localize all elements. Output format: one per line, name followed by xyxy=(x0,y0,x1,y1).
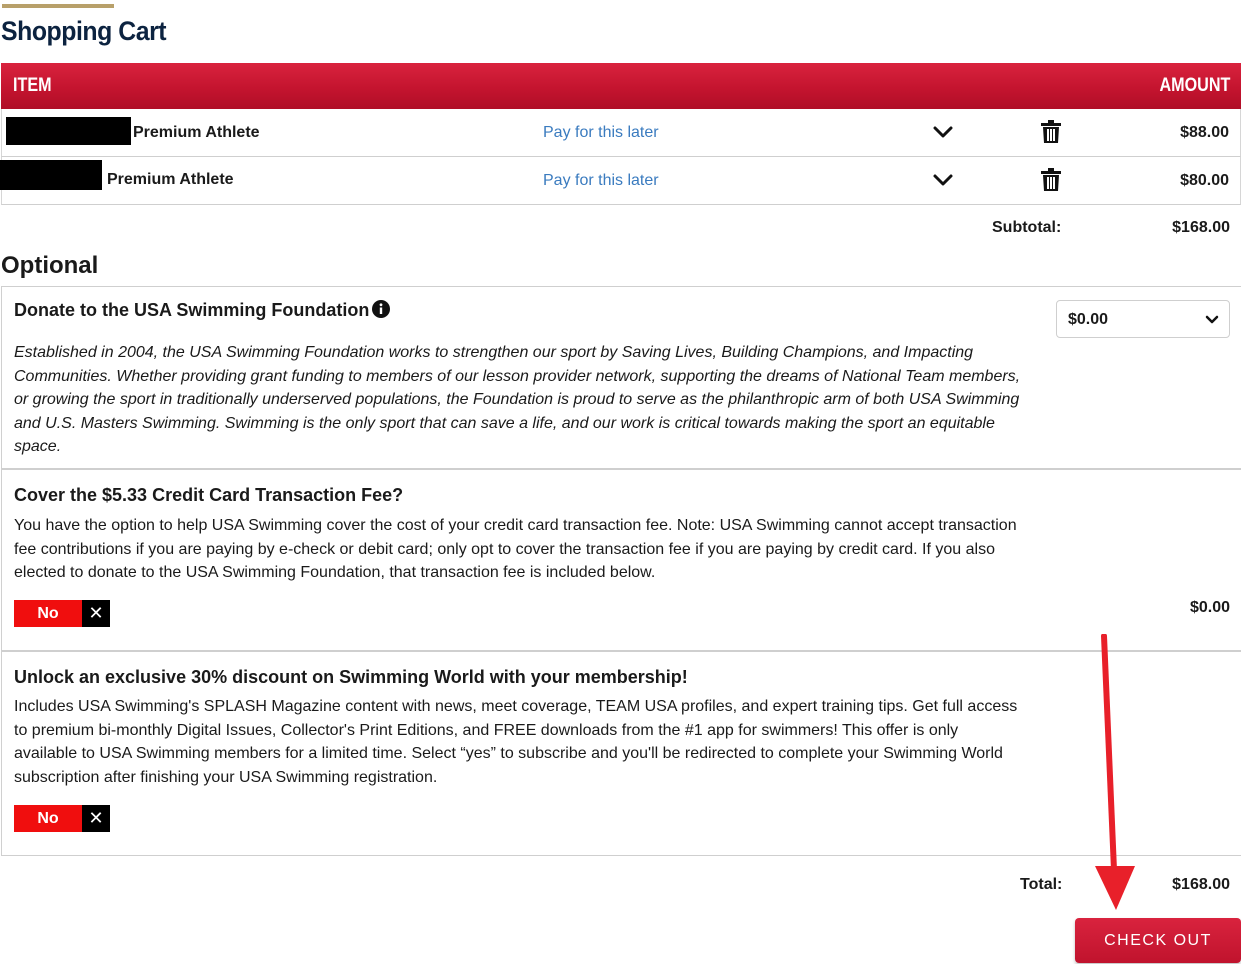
swimming-world-description: Includes USA Swimming's SPLASH Magazine … xyxy=(14,698,1018,786)
swimming-world-section: Unlock an exclusive 30% discount on Swim… xyxy=(1,650,1241,856)
fee-description: You have the option to help USA Swimming… xyxy=(14,517,1017,581)
optional-section-title: Optional xyxy=(1,252,99,279)
column-header-item: ITEM xyxy=(13,75,52,96)
total-label: Total: xyxy=(1020,876,1063,893)
swimming-world-heading: Unlock an exclusive 30% discount on Swim… xyxy=(14,667,688,687)
donate-section: Donate to the USA Swimming Foundation Es… xyxy=(1,286,1241,468)
subtotal-label: Subtotal: xyxy=(992,219,1062,236)
donate-heading: Donate to the USA Swimming Foundation xyxy=(14,300,391,321)
column-header-amount: AMOUNT xyxy=(1159,75,1230,96)
chevron-down-icon xyxy=(1205,315,1219,324)
chevron-down-icon[interactable] xyxy=(932,123,954,141)
info-circle-icon[interactable] xyxy=(372,300,391,318)
red-arrow-annotation xyxy=(1095,634,1135,910)
total-value: $168.00 xyxy=(1172,876,1230,893)
cart-row: Premium Athlete Pay for this later $80.0… xyxy=(0,157,1241,205)
donation-selected-value: $0.00 xyxy=(1068,311,1109,328)
close-icon[interactable]: ✕ xyxy=(82,600,110,627)
close-icon[interactable]: ✕ xyxy=(82,805,110,832)
item-name: Premium Athlete xyxy=(133,124,260,141)
checkout-button[interactable]: CHECK OUT xyxy=(1075,918,1241,963)
donate-heading-text: Donate to the USA Swimming Foundation xyxy=(14,300,370,320)
cart-row: Premium Athlete Pay for this later $88.0… xyxy=(1,109,1241,157)
fee-toggle-no[interactable]: No xyxy=(14,600,82,627)
redacted-name xyxy=(6,117,131,145)
transaction-fee-section: Cover the $5.33 Credit Card Transaction … xyxy=(1,468,1241,650)
fee-value: $0.00 xyxy=(1189,599,1230,616)
redacted-name xyxy=(0,160,102,190)
swimming-world-toggle[interactable]: No ✕ xyxy=(14,805,110,832)
fee-heading: Cover the $5.33 Credit Card Transaction … xyxy=(14,485,404,505)
item-name: Premium Athlete xyxy=(107,171,234,188)
pay-later-link[interactable]: Pay for this later xyxy=(543,124,659,142)
trash-icon[interactable] xyxy=(1040,168,1062,192)
page-title: Shopping Cart xyxy=(1,16,167,46)
cart-table-header: ITEM AMOUNT xyxy=(1,63,1241,109)
chevron-down-icon[interactable] xyxy=(932,171,954,189)
title-accent-bar xyxy=(2,4,114,8)
pay-later-link[interactable]: Pay for this later xyxy=(543,172,659,190)
fee-toggle[interactable]: No ✕ xyxy=(14,600,110,627)
donate-description: Established in 2004, the USA Swimming Fo… xyxy=(14,344,1021,455)
trash-icon[interactable] xyxy=(1040,120,1062,144)
item-amount: $88.00 xyxy=(1180,124,1229,141)
item-amount: $80.00 xyxy=(1180,172,1229,189)
swimming-world-toggle-no[interactable]: No xyxy=(14,805,82,832)
donation-amount-select[interactable]: $0.00 xyxy=(1056,300,1230,338)
subtotal-value: $168.00 xyxy=(1172,219,1230,236)
